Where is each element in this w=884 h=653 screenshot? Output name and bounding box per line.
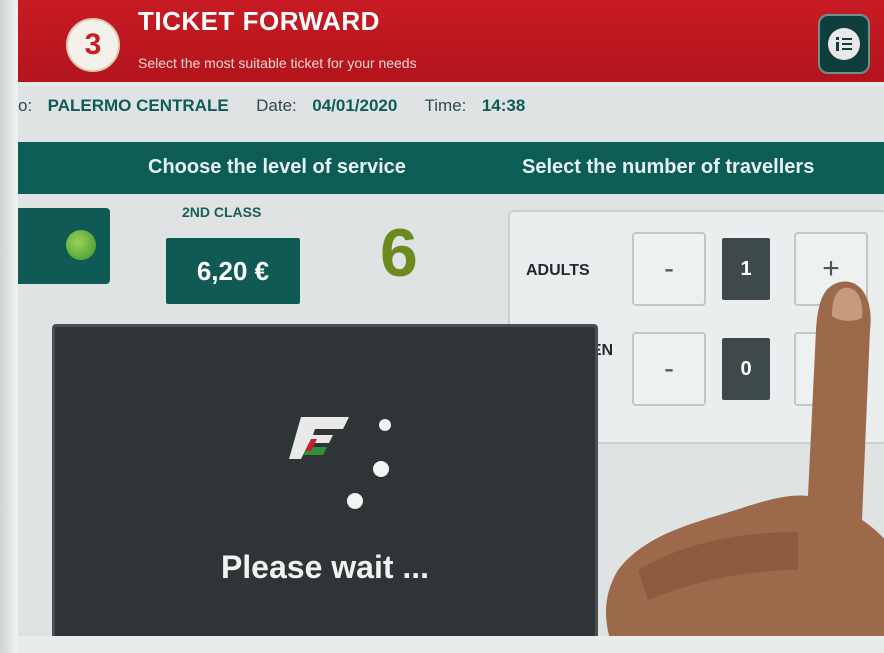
bottom-frame bbox=[18, 636, 884, 653]
pointing-finger-image bbox=[606, 281, 884, 653]
info-list-icon bbox=[828, 28, 860, 60]
header-bar: 3 TICKET FORWARD Select the most suitabl… bbox=[18, 0, 884, 86]
travellers-section-title: Select the number of travellers bbox=[522, 156, 815, 178]
service-option-tile[interactable] bbox=[18, 208, 110, 284]
section-header-bar: Choose the level of service Select the n… bbox=[18, 142, 884, 194]
please-wait-dialog: Please wait ... bbox=[52, 324, 598, 642]
page-subtitle: Select the most suitable ticket for your… bbox=[138, 55, 417, 71]
loading-dot-icon bbox=[347, 493, 363, 509]
loading-dot-icon bbox=[373, 461, 389, 477]
time-value: 14:38 bbox=[481, 96, 526, 115]
destination: PALERMO CENTRALE bbox=[47, 96, 229, 115]
trenitalia-fs-logo-icon bbox=[287, 413, 351, 468]
info-button[interactable] bbox=[818, 14, 870, 74]
service-section-title: Choose the level of service bbox=[148, 156, 406, 178]
date-value: 04/01/2020 bbox=[312, 96, 398, 115]
trip-info: o: PALERMO CENTRALE Date: 04/01/2020 Tim… bbox=[18, 96, 525, 126]
date-label: Date: bbox=[256, 96, 297, 115]
price-button[interactable]: 6,20 € bbox=[166, 238, 300, 304]
destination-prefix: o: bbox=[18, 96, 33, 115]
class-label: 2ND CLASS bbox=[182, 204, 262, 220]
step-annotation-number: 6 bbox=[380, 215, 418, 291]
please-wait-message: Please wait ... bbox=[220, 549, 430, 585]
selected-indicator-icon bbox=[66, 230, 96, 260]
screen-bezel bbox=[0, 0, 18, 653]
page-title: TICKET FORWARD bbox=[138, 6, 380, 36]
time-label: Time: bbox=[424, 96, 467, 115]
kiosk-screen: 3 TICKET FORWARD Select the most suitabl… bbox=[18, 0, 884, 653]
loading-dot-icon bbox=[379, 419, 391, 431]
step-indicator: 3 bbox=[66, 18, 120, 72]
